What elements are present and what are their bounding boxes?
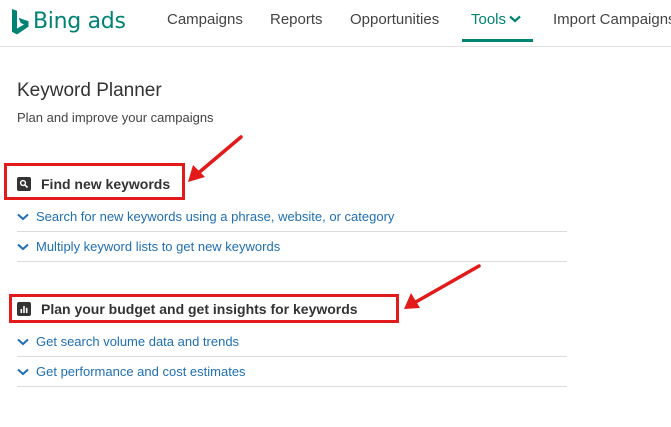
chevron-down-icon (17, 209, 29, 224)
nav-reports[interactable]: Reports (270, 0, 323, 44)
arrow-icon (404, 264, 481, 309)
section-find-new-keywords: Find new keywords (17, 173, 170, 195)
section-heading: Plan your budget and get insights for ke… (41, 301, 358, 317)
search-icon (17, 177, 31, 191)
chevron-down-icon (17, 364, 29, 379)
arrow-icon (188, 135, 243, 182)
nav-campaigns[interactable]: Campaigns (167, 0, 243, 44)
page-title: Keyword Planner (17, 80, 162, 101)
option-label: Get performance and cost estimates (36, 364, 246, 379)
option-search-new-keywords[interactable]: Search for new keywords using a phrase, … (17, 202, 567, 232)
option-search-volume-data[interactable]: Get search volume data and trends (17, 327, 567, 357)
nav-import-campaigns[interactable]: Import Campaigns (553, 0, 671, 44)
option-label: Get search volume data and trends (36, 334, 240, 349)
option-label: Search for new keywords using a phrase, … (36, 209, 395, 224)
section-heading: Find new keywords (41, 176, 171, 192)
page-subtitle: Plan and improve your campaigns (17, 110, 214, 125)
nav-opportunities[interactable]: Opportunities (350, 0, 439, 44)
bing-ads-logo[interactable]: Bing ads (10, 6, 126, 38)
top-navigation-bar: Bing ads Campaigns Reports Opportunities… (0, 0, 671, 47)
option-label: Multiply keyword lists to get new keywor… (36, 239, 281, 254)
brand-name: Bing ads (33, 9, 126, 34)
nav-tools-label: Tools (471, 11, 507, 28)
option-performance-cost-estimates[interactable]: Get performance and cost estimates (17, 357, 567, 387)
chevron-down-icon (17, 334, 29, 349)
option-multiply-keyword-lists[interactable]: Multiply keyword lists to get new keywor… (17, 232, 567, 262)
chevron-down-icon (17, 239, 29, 254)
bing-logo-icon (12, 9, 29, 35)
chevron-down-icon (509, 0, 521, 39)
section-plan-budget: Plan your budget and get insights for ke… (17, 298, 358, 320)
bar-chart-icon (17, 302, 31, 316)
nav-tools[interactable]: Tools (462, 0, 533, 42)
